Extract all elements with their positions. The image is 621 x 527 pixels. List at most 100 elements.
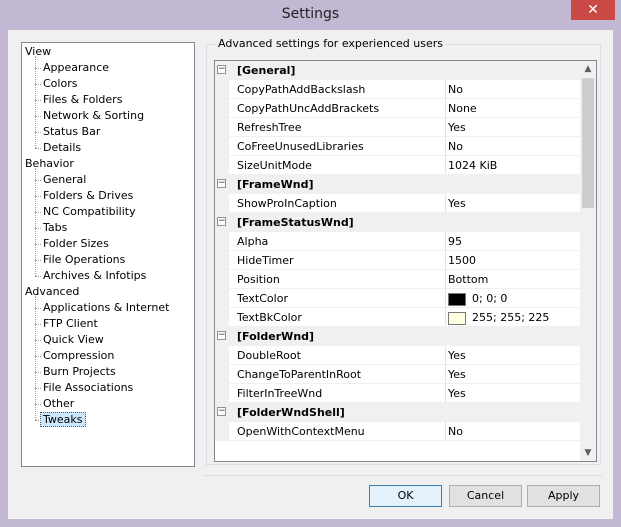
tree-item-folder-sizes[interactable]: Folder Sizes (35, 236, 109, 252)
close-button[interactable]: ✕ (571, 0, 615, 20)
tree-item-tabs[interactable]: Tabs (34, 220, 67, 236)
tree-item-compression[interactable]: Compression (34, 348, 114, 364)
property-value[interactable]: 0; 0; 0 (448, 289, 578, 308)
tree-item-label: Folders & Drives (43, 189, 134, 202)
property-row[interactable]: DoubleRoot Yes (215, 346, 580, 365)
property-value[interactable]: Yes (448, 346, 578, 365)
collapse-icon[interactable]: − (217, 65, 226, 74)
property-name: SizeUnitMode (237, 159, 312, 172)
group-border-bottom (206, 464, 600, 465)
vertical-scrollbar[interactable]: ▲ ▼ (580, 61, 596, 461)
property-value[interactable]: No (448, 422, 578, 441)
column-separator (445, 194, 446, 213)
property-name: TextColor (237, 292, 288, 305)
tree-item-applications-internet[interactable]: Applications & Internet (34, 300, 169, 316)
property-value[interactable]: Bottom (448, 270, 578, 289)
title-bar[interactable]: Settings ✕ (0, 0, 621, 30)
property-row[interactable]: HideTimer 1500 (215, 251, 580, 270)
property-name: CoFreeUnusedLibraries (237, 140, 364, 153)
collapse-icon[interactable]: − (217, 217, 226, 226)
property-value[interactable]: Yes (448, 118, 578, 137)
property-row[interactable]: FilterInTreeWnd Yes (215, 384, 580, 403)
tree-item-appearance[interactable]: Appearance (34, 60, 109, 76)
property-value[interactable]: 95 (448, 232, 578, 251)
property-value[interactable]: 1024 KiB (448, 156, 578, 175)
tree-item-burn-projects[interactable]: Burn Projects (35, 364, 116, 380)
tree-item-details[interactable]: Details (34, 140, 82, 156)
property-row[interactable]: TextColor 0; 0; 0 (215, 289, 580, 308)
property-row[interactable]: Position Bottom (215, 270, 580, 289)
collapse-icon[interactable]: − (217, 179, 226, 188)
property-value[interactable]: None (448, 99, 578, 118)
tree-item-folders-drives[interactable]: Folders & Drives (34, 188, 134, 204)
property-value[interactable]: 1500 (448, 251, 578, 270)
tree-item-network-sorting[interactable]: Network & Sorting (34, 108, 144, 124)
scroll-up-arrow-icon[interactable]: ▲ (580, 61, 596, 77)
property-grid[interactable]: OpenWithContextMenu No − [FolderWndShell] Fi… (214, 60, 597, 462)
apply-button[interactable]: Apply (527, 485, 600, 507)
tree-item-file-operations[interactable]: File Operations (34, 252, 125, 268)
category-name: [FrameStatusWnd] (237, 216, 354, 229)
cancel-button[interactable]: Cancel (449, 485, 522, 507)
property-value[interactable]: Yes (448, 384, 578, 403)
row-divider (229, 155, 580, 156)
row-divider (229, 288, 580, 289)
tree-item-colors[interactable]: Colors (34, 76, 77, 92)
collapse-icon[interactable]: − (217, 407, 226, 416)
tree-category-advanced[interactable]: Advanced (25, 284, 79, 300)
property-value[interactable]: No (448, 80, 578, 99)
column-separator (445, 289, 446, 308)
tree-category-behavior[interactable]: Behavior (25, 156, 74, 172)
scroll-thumb[interactable] (582, 78, 594, 208)
tree-item-label: Details (43, 141, 82, 154)
tree-item-file-associations[interactable]: File Associations (34, 380, 133, 396)
tree-item-archives-infotips[interactable]: Archives & Infotips (34, 268, 146, 284)
property-row[interactable]: CopyPathUncAddBrackets None (215, 99, 580, 118)
scroll-down-arrow-icon[interactable]: ▼ (580, 445, 596, 461)
row-divider (229, 250, 580, 251)
row-gutter (215, 365, 229, 384)
tree-item-quick-view[interactable]: Quick View (35, 332, 104, 348)
property-category-row[interactable]: − [FrameStatusWnd] (215, 213, 580, 232)
property-row[interactable]: TextBkColor 255; 255; 225 (215, 308, 580, 327)
tree-item-files-folders[interactable]: Files & Folders (34, 92, 123, 108)
property-category-row[interactable]: − [FrameWnd] (215, 175, 580, 194)
settings-tree[interactable]: View Appearance Colors Files & Folders Netwo… (21, 42, 195, 467)
property-value[interactable]: Yes (448, 365, 578, 384)
property-row[interactable]: OpenWithContextMenu No (215, 422, 580, 441)
property-category-row[interactable]: − [General] (215, 61, 580, 80)
property-row[interactable]: CoFreeUnusedLibraries No (215, 137, 580, 156)
tree-category-view[interactable]: View (25, 44, 51, 60)
collapse-icon[interactable]: − (217, 331, 226, 340)
property-row[interactable]: ChangeToParentInRoot Yes (215, 365, 580, 384)
row-divider (229, 326, 580, 327)
tree-item-status-bar[interactable]: Status Bar (34, 124, 100, 140)
row-gutter (215, 99, 229, 118)
column-separator (445, 384, 446, 403)
tree-item-tweaks[interactable]: Tweaks (35, 412, 86, 428)
tree-item-general[interactable]: General (34, 172, 86, 188)
color-swatch[interactable] (448, 311, 466, 325)
property-row[interactable]: CopyPathAddBackslash No (215, 80, 580, 99)
property-category-row[interactable]: − [FolderWnd] (215, 327, 580, 346)
tree-item-nc-compatibility[interactable]: NC Compatibility (35, 204, 136, 220)
color-swatch[interactable] (448, 292, 466, 306)
tree-item-other[interactable]: Other (34, 396, 74, 412)
property-row[interactable]: RefreshTree Yes (215, 118, 580, 137)
tree-item-label: Files & Folders (43, 93, 123, 106)
property-value[interactable]: Yes (448, 194, 578, 213)
property-value[interactable]: No (448, 137, 578, 156)
property-row[interactable]: Alpha 95 (215, 232, 580, 251)
property-category-row[interactable]: − [FolderWndShell] (215, 403, 580, 422)
tree-connector-line (35, 168, 36, 276)
ok-button[interactable]: OK (369, 485, 442, 507)
row-gutter (215, 80, 229, 99)
property-row[interactable]: SizeUnitMode 1024 KiB (215, 156, 580, 175)
property-row[interactable]: ShowProInCaption Yes (215, 194, 580, 213)
property-name: ChangeToParentInRoot (237, 368, 362, 381)
property-name: OpenWithContextMenu (237, 425, 365, 438)
tree-item-ftp-client[interactable]: FTP Client (35, 316, 98, 332)
row-divider (229, 402, 580, 403)
column-separator (445, 232, 446, 251)
property-value[interactable]: 255; 255; 225 (448, 308, 578, 327)
